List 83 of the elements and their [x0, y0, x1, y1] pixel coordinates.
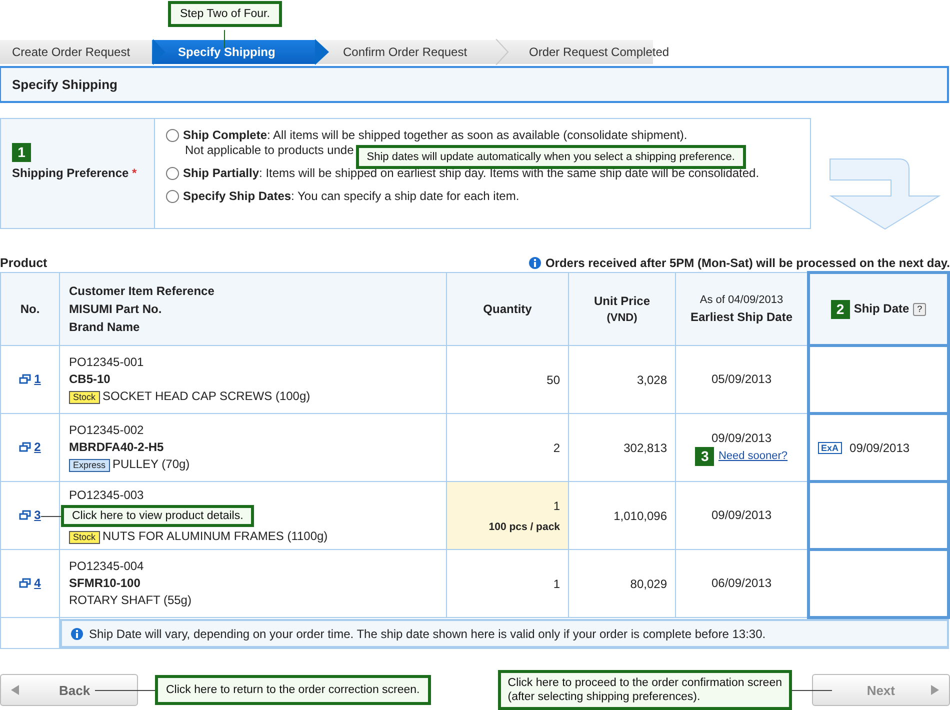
section-heading: Product — [0, 256, 48, 270]
product-link[interactable]: 4 — [34, 576, 41, 590]
help-icon[interactable]: ? — [913, 302, 926, 316]
option-label: Ship Partially: Items will be shipped on earliest ship day. Items with the same ship date will be consolidated. — [183, 166, 760, 180]
ship-date: 09/09/2013 — [711, 508, 772, 522]
date-note: As of 04/09/2013 — [700, 294, 784, 306]
column-header: Earliest Ship Date — [690, 310, 793, 324]
option-label: Ship Complete: All items will be shipped together as soon as available (consolidate shipment). — [183, 128, 688, 142]
brand-name: NUTS FOR ALUMINUM FRAMES (1100g) — [102, 528, 328, 542]
step-label: Confirm Order Request — [343, 45, 468, 59]
step-label: Create Order Request — [12, 45, 130, 59]
part-number: MBRDFA40-2-H5 — [69, 440, 164, 454]
ship-date: 09/09/2013 — [711, 430, 772, 444]
section-title: Specify Shipping — [12, 77, 118, 92]
unit-price: 3,028 — [636, 372, 667, 386]
quantity: 1 — [553, 498, 560, 512]
window-icon — [19, 442, 32, 452]
column-header: Quantity — [446, 272, 568, 346]
stock-tag: Stock — [69, 391, 100, 404]
brand-name: ROTARY SHAFT (55g) — [69, 593, 192, 607]
info-icon — [71, 628, 83, 640]
leader-line — [224, 30, 225, 48]
reference-text: PO12345-001 — [69, 355, 144, 369]
product-link[interactable]: 1 — [34, 372, 41, 386]
reference-text: PO12345-002 — [69, 423, 144, 437]
column-header: Ship Date — [854, 301, 910, 316]
back-button[interactable]: Back — [0, 674, 138, 706]
right-triangle-icon — [931, 685, 939, 695]
pack-note: 100 pcs / pack — [488, 520, 560, 532]
stock-tag: Stock — [69, 530, 100, 544]
column-header: Brand Name — [69, 320, 140, 334]
callout: Step Two of Four. — [168, 1, 282, 27]
step-label: Order Request Completed — [529, 45, 670, 59]
quantity: 1 — [553, 576, 560, 590]
column-header: Customer Item Reference — [69, 284, 214, 298]
reference-text: PO12345-003 — [69, 488, 144, 502]
chevron-icon — [152, 39, 166, 65]
ship-date: 09/09/2013 — [850, 441, 910, 455]
step-marker: 2 — [830, 300, 850, 318]
chevron-icon — [495, 39, 509, 65]
part-number: CB5-10 — [69, 372, 110, 386]
column-header: MISUMI Part No. — [69, 302, 162, 316]
step-label: Specify Shipping — [178, 45, 276, 59]
callout: Click here to proceed to the order confirmation screen (after selecting shipping preferences). — [498, 670, 792, 710]
stock-tag: Express — [69, 459, 110, 472]
brand-name: PULLEY (70g) — [112, 457, 190, 471]
unit-price: 1,010,096 — [614, 508, 667, 522]
brand-name: SOCKET HEAD CAP SCREWS (100g) — [102, 389, 310, 403]
product-link[interactable]: 3 — [34, 508, 41, 522]
left-triangle-icon — [11, 685, 19, 695]
radio-button[interactable] — [166, 166, 179, 180]
field-label: Shipping Preference * — [12, 166, 138, 180]
product-link[interactable]: 2 — [34, 440, 41, 454]
express-icon: ExA — [818, 442, 842, 454]
step-marker: 3 — [695, 446, 714, 466]
down-arrow-icon — [829, 157, 941, 231]
callout: Click here to view product details. — [61, 505, 254, 527]
radio-button[interactable] — [166, 190, 179, 202]
chevron-icon — [315, 39, 329, 65]
ship-date: 06/09/2013 — [711, 576, 772, 590]
column-header: No. — [0, 272, 60, 346]
info-icon — [529, 257, 542, 269]
window-icon — [19, 510, 32, 520]
callout: Ship dates will update automatically when you select a shipping preference. — [356, 145, 746, 169]
part-number: SFMR10-100 — [69, 576, 140, 590]
banner-text: Ship Date will vary, depending on your order time. The ship date shown here is valid only if your order is complete before 13:30. — [89, 626, 766, 640]
unit-price: 80,029 — [630, 576, 667, 590]
quantity: 2 — [553, 440, 560, 454]
reference-text: PO12345-004 — [69, 559, 144, 573]
column-header: Unit Price — [594, 294, 650, 308]
window-icon — [19, 578, 32, 588]
need-sooner-link[interactable]: Need sooner? — [718, 450, 788, 462]
option-label: Specify Ship Dates: You can specify a ship date for each item. — [183, 189, 520, 203]
option-note: Not applicable to products unde — [185, 143, 354, 157]
quantity: 50 — [546, 372, 560, 386]
unit-price: 302,813 — [624, 440, 667, 454]
window-icon — [19, 374, 32, 384]
radio-button[interactable] — [166, 128, 179, 142]
ship-date: 05/09/2013 — [711, 372, 772, 386]
step-marker: 1 — [12, 143, 31, 162]
callout: Click here to return to the order correction screen. — [155, 675, 431, 705]
notice-text: Orders received after 5PM (Mon-Sat) will be processed on the next day. — [545, 256, 950, 270]
currency-label: (VND) — [606, 312, 638, 324]
